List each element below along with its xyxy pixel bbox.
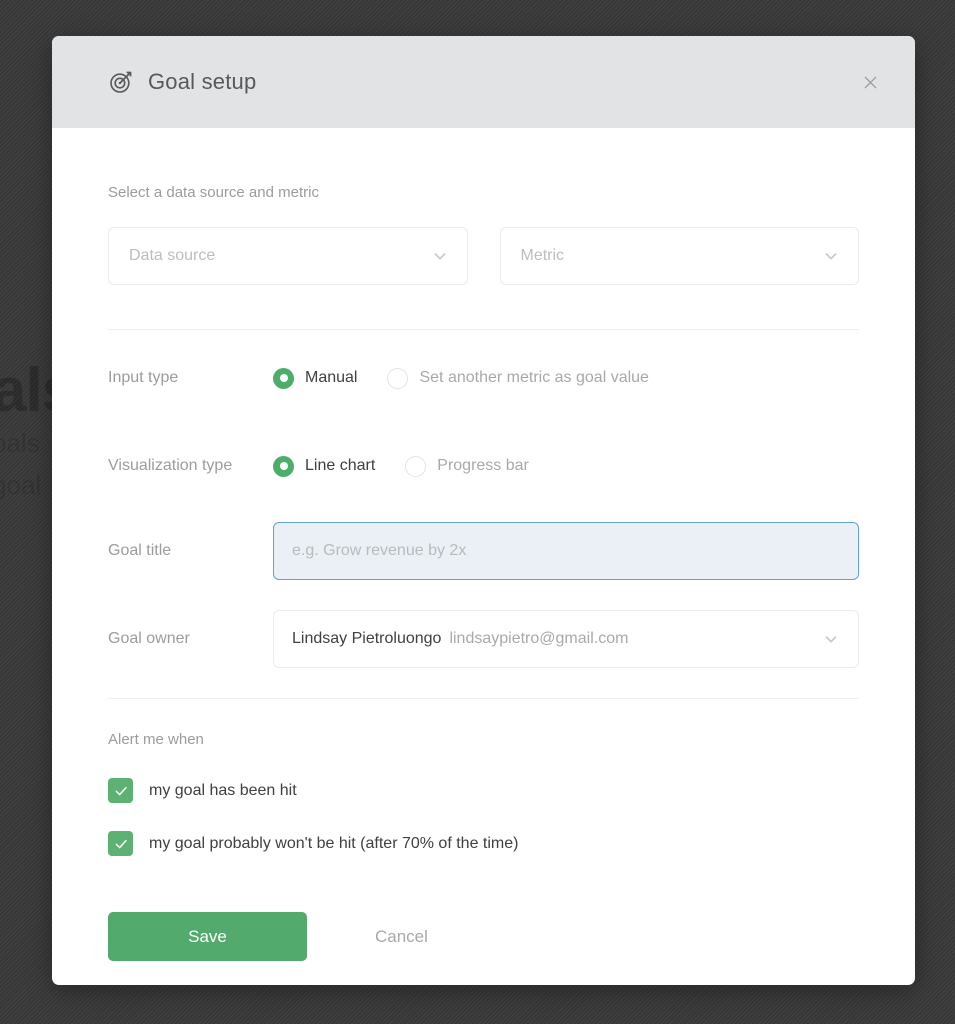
checkbox-goal-missed[interactable]: my goal probably won't be hit (after 70%…	[108, 831, 859, 856]
goal-title-row: Goal title	[108, 522, 859, 580]
goal-setup-modal: Goal setup Select a data source and metr…	[52, 36, 915, 985]
data-source-select[interactable]: Data source	[108, 227, 468, 285]
goal-owner-select[interactable]: Lindsay Pietroluongo lindsaypietro@gmail…	[273, 610, 859, 668]
visualization-type-label: Visualization type	[108, 457, 273, 475]
goal-owner-email: lindsaypietro@gmail.com	[449, 630, 822, 648]
save-button[interactable]: Save	[108, 912, 307, 961]
section-divider	[108, 698, 859, 699]
metric-value: Metric	[521, 247, 823, 265]
radio-selected-icon	[273, 456, 294, 477]
goal-owner-label: Goal owner	[108, 630, 273, 648]
radio-unselected-icon	[405, 456, 426, 477]
datasource-section-label: Select a data source and metric	[108, 184, 859, 201]
cancel-button[interactable]: Cancel	[365, 919, 438, 955]
chevron-down-icon	[431, 247, 449, 265]
radio-unselected-icon	[387, 368, 408, 389]
checkbox-checked-icon	[108, 831, 133, 856]
metric-select[interactable]: Metric	[500, 227, 860, 285]
datasource-row: Data source Metric	[108, 227, 859, 285]
goal-owner-name: Lindsay Pietroluongo	[292, 630, 441, 648]
input-type-row: Input type Manual Set another metric as …	[108, 356, 859, 400]
radio-input-type-manual[interactable]: Manual	[273, 368, 357, 389]
alerts-section-label: Alert me when	[108, 731, 859, 748]
checkbox-checked-icon	[108, 778, 133, 803]
radio-label: Progress bar	[437, 457, 529, 475]
chevron-down-icon	[822, 630, 840, 648]
data-source-value: Data source	[129, 247, 431, 265]
section-divider	[108, 329, 859, 330]
radio-selected-icon	[273, 368, 294, 389]
target-dart-icon	[108, 69, 134, 95]
page-title: Goal setup	[148, 69, 256, 95]
modal-title-group: Goal setup	[108, 69, 853, 95]
input-type-label: Input type	[108, 369, 273, 387]
visualization-type-row: Visualization type Line chart Progress b…	[108, 444, 859, 488]
close-button[interactable]	[853, 65, 887, 99]
radio-label: Line chart	[305, 457, 375, 475]
radio-viz-progress-bar[interactable]: Progress bar	[405, 456, 529, 477]
chevron-down-icon	[822, 247, 840, 265]
visualization-type-radio-group: Line chart Progress bar	[273, 456, 529, 477]
goal-title-input[interactable]	[273, 522, 859, 580]
radio-label: Set another metric as goal value	[419, 369, 648, 387]
goal-title-label: Goal title	[108, 542, 273, 560]
modal-body: Select a data source and metric Data sou…	[52, 128, 915, 985]
modal-footer: Save Cancel	[108, 912, 859, 961]
checkbox-label: my goal has been hit	[149, 782, 297, 800]
checkbox-goal-hit[interactable]: my goal has been hit	[108, 778, 859, 803]
radio-viz-line-chart[interactable]: Line chart	[273, 456, 375, 477]
radio-input-type-metric[interactable]: Set another metric as goal value	[387, 368, 648, 389]
goal-owner-row: Goal owner Lindsay Pietroluongo lindsayp…	[108, 610, 859, 668]
modal-header: Goal setup	[52, 36, 915, 128]
input-type-radio-group: Manual Set another metric as goal value	[273, 368, 649, 389]
radio-label: Manual	[305, 369, 357, 387]
checkbox-label: my goal probably won't be hit (after 70%…	[149, 835, 518, 853]
